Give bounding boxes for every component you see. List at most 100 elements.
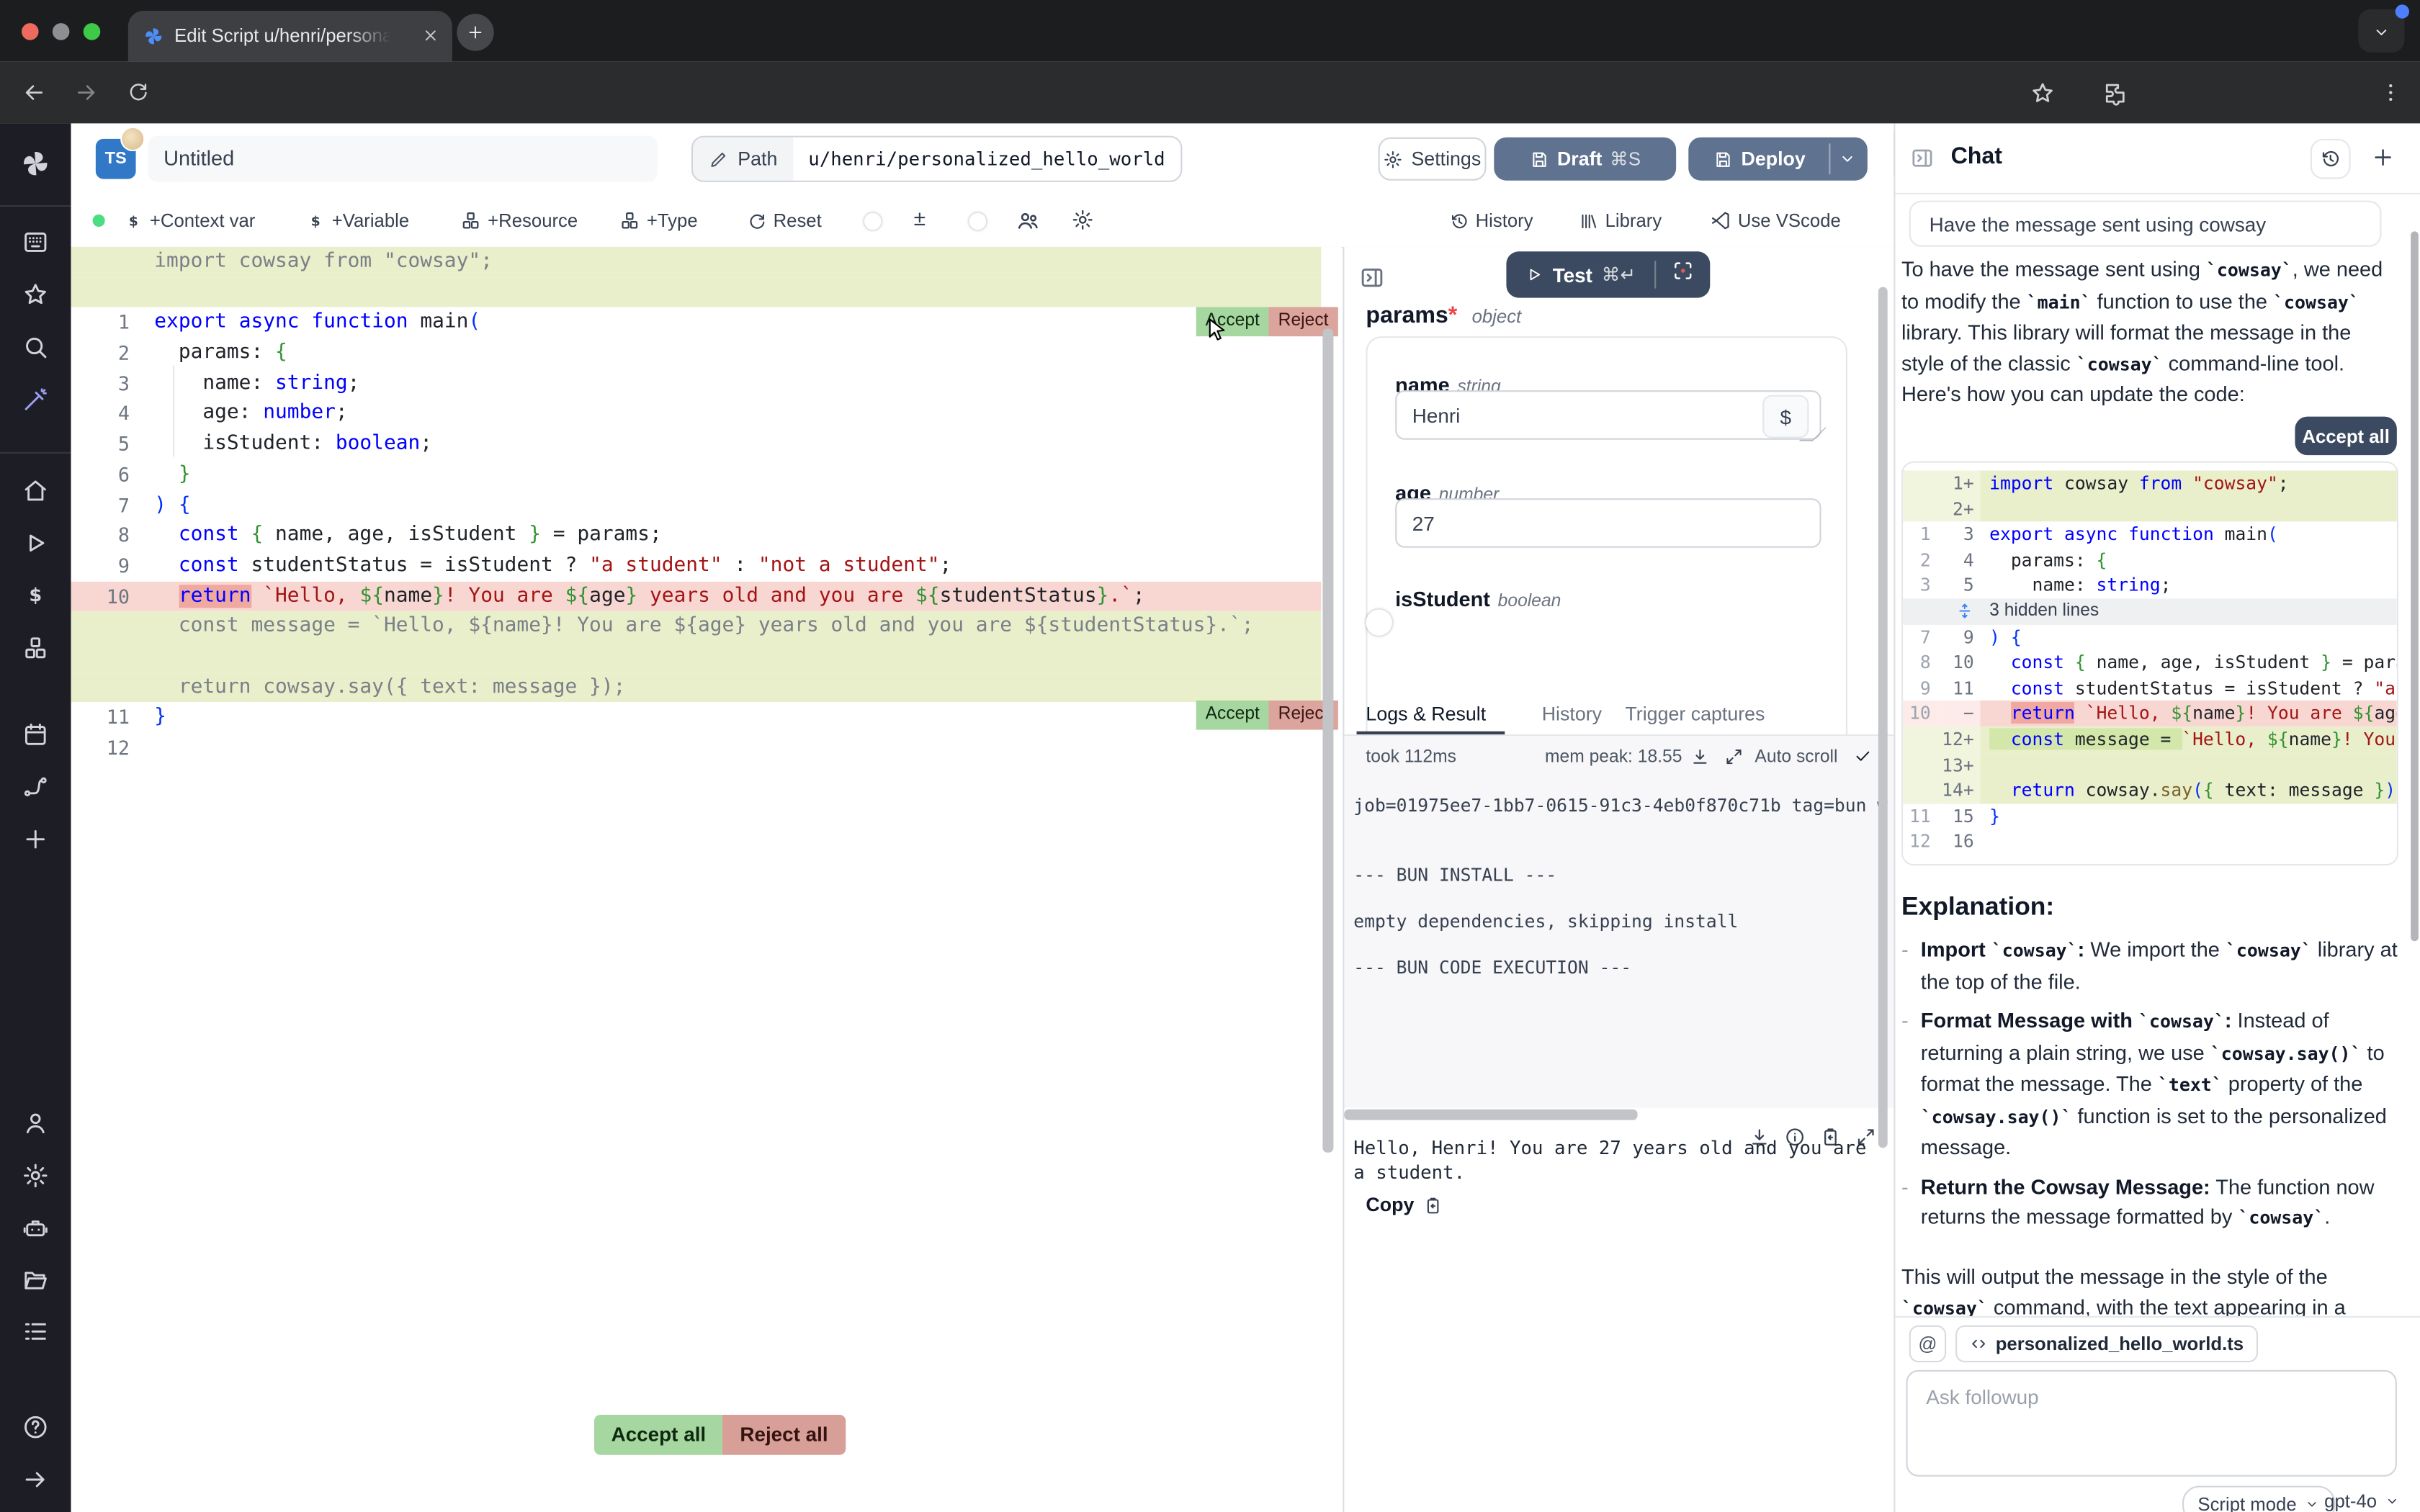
- add-variable-button[interactable]: $ +Variable: [305, 207, 409, 235]
- tab-history[interactable]: History: [1542, 703, 1602, 725]
- sidebar-item-ai-wand-icon[interactable]: [22, 386, 50, 414]
- sidebar-item-logs-list-icon[interactable]: [22, 1318, 50, 1346]
- code-line: 3 name: string;: [71, 369, 1322, 399]
- sidebar-item-variables-dollar-icon[interactable]: $: [22, 582, 50, 610]
- editor-settings-gear-icon[interactable]: [1071, 208, 1094, 231]
- editor-scrollbar[interactable]: [1322, 328, 1333, 1152]
- browser-tab[interactable]: Edit Script u/henri/personaliz: [128, 11, 452, 62]
- ask-followup-input[interactable]: [1906, 1370, 2396, 1477]
- add-type-button[interactable]: +Type: [619, 207, 697, 235]
- copy-result-button[interactable]: Copy: [1366, 1194, 1443, 1216]
- insert-variable-dollar-button[interactable]: $: [1762, 395, 1809, 438]
- deploy-menu-chevron-icon[interactable]: [1838, 150, 1857, 168]
- zoom-window-button[interactable]: [84, 23, 101, 40]
- new-tab-button[interactable]: [457, 14, 493, 50]
- close-window-button[interactable]: [22, 23, 39, 40]
- test-button-group: Test ⌘↵: [1506, 251, 1709, 297]
- sidebar-item-windmill-logo-icon[interactable]: [19, 147, 53, 181]
- age-input[interactable]: [1395, 498, 1821, 548]
- collapse-panel-icon[interactable]: [1358, 264, 1386, 292]
- minimize-window-button[interactable]: [53, 23, 70, 40]
- sidebar-item-folders-icon[interactable]: [22, 1266, 50, 1295]
- context-file-name: personalized_hello_world.ts: [1996, 1333, 2244, 1354]
- sidebar-item-flows-route-icon[interactable]: [22, 773, 50, 801]
- reload-icon[interactable]: [127, 80, 150, 103]
- browser-menu-kebab-icon[interactable]: [2378, 78, 2403, 107]
- sidebar-item-apps-grid-icon[interactable]: [22, 228, 50, 256]
- extensions-puzzle-icon[interactable]: [2102, 80, 2128, 106]
- accept-button[interactable]: Accept: [1196, 701, 1269, 730]
- params-heading: params* object: [1366, 302, 1521, 330]
- reset-button[interactable]: Reset: [747, 207, 822, 235]
- use-vscode-button[interactable]: Use VScode: [1710, 207, 1841, 235]
- collaborator-avatar: [120, 127, 145, 151]
- context-file-chip[interactable]: personalized_hello_world.ts: [1955, 1326, 2257, 1362]
- model-select[interactable]: gpt-4o: [2324, 1490, 2400, 1512]
- history-button[interactable]: History: [1449, 207, 1533, 235]
- history-clock-icon: [1449, 211, 1469, 231]
- log-line: job=01975ee7-1bb7-0615-91c3-4eb0f870c71b…: [1353, 795, 1887, 818]
- sidebar-item-user-icon[interactable]: [22, 1110, 50, 1138]
- plusminus-label: ±: [914, 205, 926, 230]
- chat-accept-all-button[interactable]: Accept all: [2295, 417, 2396, 456]
- chat-conversation[interactable]: Have the message sent using cowsay To ha…: [1895, 196, 2420, 1316]
- test-panel-scrollbar[interactable]: [1878, 287, 1888, 1148]
- sidebar-item-resources-boxes-icon[interactable]: [22, 634, 50, 662]
- diff-line: 10− return `Hello, ${name}! You are ${ag…: [1903, 701, 2397, 727]
- sidebar-item-settings-gear-icon[interactable]: [22, 1162, 50, 1190]
- sidebar-item-help-icon[interactable]: [22, 1413, 50, 1441]
- path-chip[interactable]: Path u/henri/personalized_hello_world: [691, 136, 1182, 182]
- accept-all-button[interactable]: Accept all: [594, 1415, 723, 1455]
- reject-all-button[interactable]: Reject all: [723, 1415, 845, 1455]
- code-editor[interactable]: import cowsay from "cowsay"; 1export asy…: [71, 247, 1342, 1512]
- mention-at-button[interactable]: @: [1909, 1326, 1946, 1362]
- hidden-lines-label: 3 hidden lines: [1989, 598, 2099, 624]
- history-clock-icon: [2320, 148, 2341, 170]
- svg-text:$: $: [29, 585, 42, 606]
- sidebar-item-workers-bot-icon[interactable]: [22, 1214, 50, 1242]
- code-line: return cowsay.say({ text: message });: [71, 672, 1322, 702]
- script-title-input[interactable]: Untitled: [148, 136, 658, 182]
- add-context-var-button[interactable]: $ +Context var: [123, 207, 255, 235]
- mode-select[interactable]: Script mode: [2182, 1486, 2335, 1512]
- autoscroll-label[interactable]: Auto scroll: [1754, 748, 1837, 767]
- diff-code-block: 1+import cowsay from "cowsay";2+ 13expor…: [1901, 462, 2398, 865]
- tab-logs-result[interactable]: Logs & Result: [1366, 703, 1486, 725]
- name-input[interactable]: [1395, 390, 1821, 440]
- save-draft-button[interactable]: Draft ⌘S: [1494, 138, 1676, 181]
- screen: Edit Script u/henri/personaliz app.windm…: [0, 0, 2420, 1512]
- add-type-label: +Type: [647, 210, 698, 231]
- tab-search-button[interactable]: [2358, 9, 2404, 53]
- download-logs-icon[interactable]: [1690, 747, 1710, 767]
- capture-button[interactable]: [1656, 259, 1710, 290]
- sidebar-item-favorites-star-icon[interactable]: [22, 281, 50, 309]
- tab-trigger-captures[interactable]: Trigger captures: [1625, 703, 1765, 725]
- sidebar-item-runs-play-icon[interactable]: [22, 529, 50, 557]
- sidebar-item-home-icon[interactable]: [22, 477, 50, 505]
- code-line: 10 return `Hello, ${name}! You are ${age…: [71, 581, 1322, 611]
- settings-button[interactable]: Settings: [1379, 138, 1487, 181]
- chat-scrollbar[interactable]: [2411, 231, 2419, 941]
- forward-icon[interactable]: [74, 80, 99, 104]
- sidebar-item-expand-arrow-icon[interactable]: [22, 1466, 50, 1494]
- sidebar-item-search-icon[interactable]: [22, 333, 50, 361]
- code-line: 12: [71, 733, 1322, 763]
- close-tab-icon[interactable]: [421, 26, 440, 45]
- chat-history-button[interactable]: [2311, 139, 2351, 179]
- expand-logs-icon[interactable]: [1724, 747, 1744, 767]
- library-button[interactable]: Library: [1579, 207, 1662, 235]
- logs-area: took 112ms mem peak: 18.55 Auto scroll j…: [1344, 736, 1895, 1107]
- sidebar-item-schedules-calendar-icon[interactable]: [22, 721, 50, 749]
- add-resource-button[interactable]: +Resource: [460, 207, 578, 235]
- test-button[interactable]: Test ⌘↵: [1506, 263, 1654, 286]
- panel-toggle-icon[interactable]: [1909, 145, 1935, 171]
- bookmark-star-icon[interactable]: [2030, 80, 2056, 106]
- hidden-lines-expander[interactable]: 3 hidden lines: [1903, 598, 2397, 624]
- sidebar-item-add-plus-icon[interactable]: [22, 825, 50, 853]
- indent-guide: [173, 366, 174, 456]
- back-icon[interactable]: [22, 80, 46, 104]
- explanation-title: Explanation:: [1901, 894, 2054, 923]
- logs-horizontal-scrollbar[interactable]: [1344, 1110, 1637, 1120]
- new-chat-plus-icon[interactable]: [2370, 145, 2395, 169]
- people-icon[interactable]: [1016, 208, 1040, 233]
